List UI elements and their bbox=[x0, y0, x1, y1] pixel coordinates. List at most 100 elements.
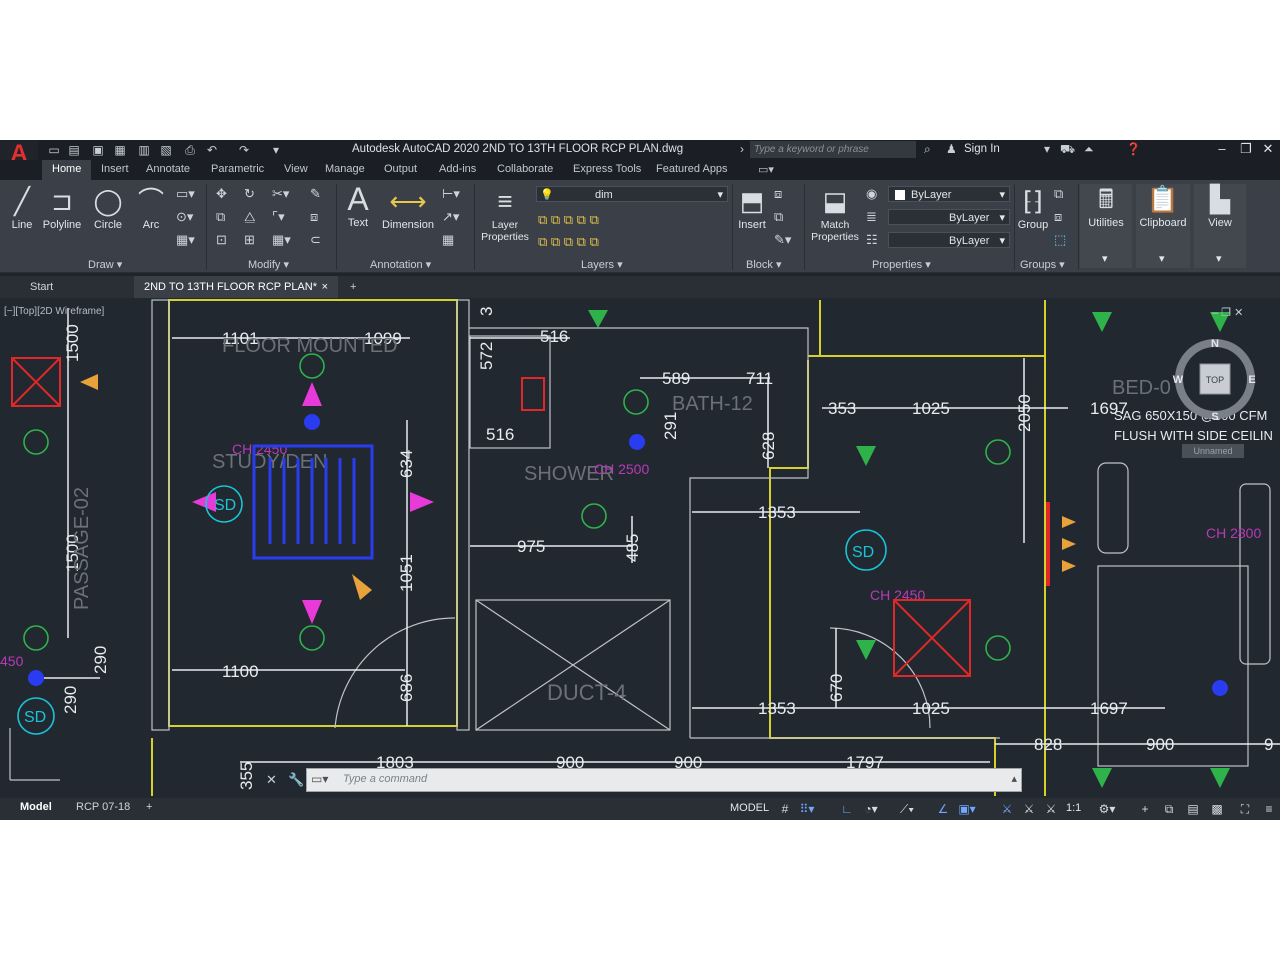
layout-tab-model[interactable]: Model bbox=[20, 801, 52, 813]
layer-properties-button[interactable]: ≡ Layer Properties bbox=[478, 186, 532, 243]
restore-icon[interactable]: ❐ bbox=[1236, 141, 1256, 157]
save-as-icon[interactable]: ▦ bbox=[112, 142, 128, 158]
table-icon[interactable]: ▦ bbox=[442, 232, 454, 248]
customize-command-icon[interactable]: 🔧 bbox=[288, 772, 304, 788]
annotation-visibility-icon[interactable]: ⚔ bbox=[998, 800, 1016, 818]
dimension-button[interactable]: ⟷ Dimension bbox=[380, 186, 436, 231]
sign-in-dropdown-icon[interactable]: ▾ bbox=[1044, 142, 1050, 156]
object-snap-icon[interactable]: ▣▾ bbox=[958, 800, 976, 818]
add-layout-icon[interactable]: + bbox=[146, 801, 152, 813]
clean-screen-icon[interactable]: ⛶ bbox=[1236, 800, 1254, 818]
binoculars-icon[interactable]: ⌕ bbox=[924, 142, 931, 157]
color-dropdown[interactable]: ByLayer ▾ bbox=[888, 186, 1010, 202]
move-icon[interactable]: ✥ bbox=[216, 186, 227, 202]
utilities-button[interactable]: 🖩 Utilities ▾ bbox=[1080, 184, 1132, 268]
isodraft-icon[interactable]: ⟋▾ bbox=[898, 800, 916, 818]
help-icon[interactable]: ❓ bbox=[1126, 142, 1141, 156]
tab-annotate[interactable]: Annotate bbox=[146, 163, 190, 175]
quick-properties-icon[interactable]: ▤ bbox=[1184, 800, 1202, 818]
erase-icon[interactable]: ✎ bbox=[310, 186, 321, 202]
command-input[interactable]: Type a command bbox=[343, 773, 427, 785]
workspace-gear-icon[interactable]: ⚙▾ bbox=[1098, 800, 1116, 818]
groups-panel-title[interactable]: Groups ▾ bbox=[1020, 258, 1065, 271]
units-icon[interactable]: ⧉ bbox=[1160, 800, 1178, 818]
properties-panel-title[interactable]: Properties ▾ bbox=[872, 258, 931, 271]
command-history-icon[interactable]: ▴ bbox=[1011, 772, 1017, 785]
insert-button[interactable]: ⬒ Insert bbox=[734, 186, 770, 231]
linetype-dropdown[interactable]: ByLayer ▾ bbox=[888, 209, 1010, 225]
customize-qat-icon[interactable]: ▾ bbox=[268, 142, 284, 158]
object-snap-tracking-icon[interactable]: ∠ bbox=[934, 800, 952, 818]
annotation-scale-icon[interactable]: ⚔ bbox=[1042, 800, 1060, 818]
close-command-icon[interactable]: ✕ bbox=[266, 772, 277, 788]
multileader-icon[interactable]: ↗▾ bbox=[442, 209, 459, 225]
layout-tab-rcp[interactable]: RCP 07-18 bbox=[76, 801, 130, 813]
circle-button[interactable]: ◯ Circle bbox=[90, 186, 126, 231]
viewport-window-controls[interactable]: – ❐ ✕ bbox=[1212, 306, 1243, 319]
annotation-panel-title[interactable]: Annotation ▾ bbox=[370, 258, 431, 271]
model-space-button[interactable]: MODEL bbox=[730, 802, 769, 814]
sign-in-link[interactable]: Sign In bbox=[964, 143, 1000, 155]
polyline-button[interactable]: ⊐ Polyline bbox=[40, 186, 84, 231]
graphics-performance-icon[interactable]: ▩ bbox=[1208, 800, 1226, 818]
redo-icon[interactable]: ↷ bbox=[236, 142, 252, 158]
block-panel-title[interactable]: Block ▾ bbox=[746, 258, 781, 271]
leader-icon[interactable]: ⊢▾ bbox=[442, 186, 460, 202]
layer-tools-row1-icon[interactable]: ⧉ ⧉ ⧉ ⧉ ⧉ bbox=[538, 212, 599, 228]
group-button[interactable]: ⁅⁆ Group bbox=[1016, 186, 1050, 231]
rectangle-icon[interactable]: ▭▾ bbox=[176, 186, 195, 202]
gradient-icon[interactable]: ▦▾ bbox=[176, 232, 195, 248]
fillet-icon[interactable]: ⌜▾ bbox=[272, 209, 285, 225]
stretch-icon[interactable]: ⊡ bbox=[216, 232, 227, 248]
explode-icon[interactable]: ⧈ bbox=[310, 209, 318, 225]
viewcube[interactable]: N E W S TOP bbox=[1172, 336, 1258, 423]
rotate-icon[interactable]: ↻ bbox=[244, 186, 255, 202]
customization-icon[interactable]: ≡ bbox=[1260, 800, 1278, 818]
viewport-controls[interactable]: [−][Top][2D Wireframe] bbox=[4, 306, 104, 317]
ungroup-icon[interactable]: ⧉ bbox=[1054, 186, 1063, 202]
tab-home[interactable]: Home bbox=[42, 160, 92, 180]
close-window-icon[interactable]: ✕ bbox=[1258, 141, 1278, 157]
hatch-icon[interactable]: ⊙▾ bbox=[176, 209, 193, 225]
group-selection-icon[interactable]: ⬚ bbox=[1054, 232, 1066, 248]
group-edit-icon[interactable]: ⧈ bbox=[1054, 209, 1062, 225]
layer-dropdown[interactable]: 💡 dim ▾ bbox=[536, 186, 728, 202]
command-icon[interactable]: ▭▾ bbox=[311, 772, 328, 786]
ortho-icon[interactable]: ∟ bbox=[838, 800, 856, 818]
ribbon-minimize-icon[interactable]: ▭▾ bbox=[758, 163, 774, 176]
layer-tools-row2-icon[interactable]: ⧉ ⧉ ⧉ ⧉ ⧉ bbox=[538, 234, 599, 250]
tab-express-tools[interactable]: Express Tools bbox=[573, 163, 641, 175]
cart-icon[interactable]: ⛟ bbox=[1060, 142, 1075, 158]
autodesk-a360-icon[interactable]: ⏶ bbox=[1084, 142, 1094, 157]
tab-view[interactable]: View bbox=[284, 163, 308, 175]
scale-icon[interactable]: ⊞ bbox=[244, 232, 255, 248]
tab-featured-apps[interactable]: Featured Apps bbox=[656, 163, 728, 175]
tab-output[interactable]: Output bbox=[384, 163, 417, 175]
user-icon[interactable]: ♟ bbox=[946, 142, 957, 156]
lineweight-dropdown[interactable]: ByLayer ▾ bbox=[888, 232, 1010, 248]
ucs-menu[interactable]: Unnamed bbox=[1182, 444, 1244, 458]
tab-add-ins[interactable]: Add-ins bbox=[439, 163, 476, 175]
tab-manage[interactable]: Manage bbox=[325, 163, 365, 175]
tab-insert[interactable]: Insert bbox=[101, 163, 129, 175]
draw-panel-title[interactable]: Draw ▾ bbox=[88, 258, 122, 271]
trim-icon[interactable]: ✂▾ bbox=[272, 186, 289, 202]
clipboard-button[interactable]: 📋 Clipboard ▾ bbox=[1136, 184, 1190, 268]
layers-panel-title[interactable]: Layers ▾ bbox=[581, 258, 623, 271]
mirror-icon[interactable]: ⧋ bbox=[244, 209, 256, 225]
block-attribute-icon[interactable]: ✎▾ bbox=[774, 232, 791, 248]
match-properties-button[interactable]: ⬓ Match Properties bbox=[808, 186, 862, 243]
snap-icon[interactable]: ⠿▾ bbox=[798, 800, 816, 818]
new-icon[interactable]: ▭ bbox=[46, 142, 62, 158]
search-expand-icon[interactable]: › bbox=[740, 142, 744, 156]
polar-icon[interactable]: ◔▾ bbox=[862, 800, 880, 818]
copy-icon[interactable]: ⧉ bbox=[216, 209, 225, 225]
arc-button[interactable]: ⌒ Arc bbox=[134, 186, 168, 231]
drawing-canvas[interactable]: 1101 1099 1100 634 1051 686 1500 1500 29… bbox=[0, 298, 1280, 798]
new-tab-button[interactable]: + bbox=[340, 276, 366, 298]
save-web-icon[interactable]: ▧ bbox=[158, 142, 174, 158]
offset-icon[interactable]: ⊂ bbox=[310, 232, 321, 248]
close-tab-icon[interactable]: × bbox=[322, 276, 328, 298]
undo-icon[interactable]: ↶ bbox=[204, 142, 220, 158]
grid-icon[interactable]: # bbox=[776, 800, 794, 818]
